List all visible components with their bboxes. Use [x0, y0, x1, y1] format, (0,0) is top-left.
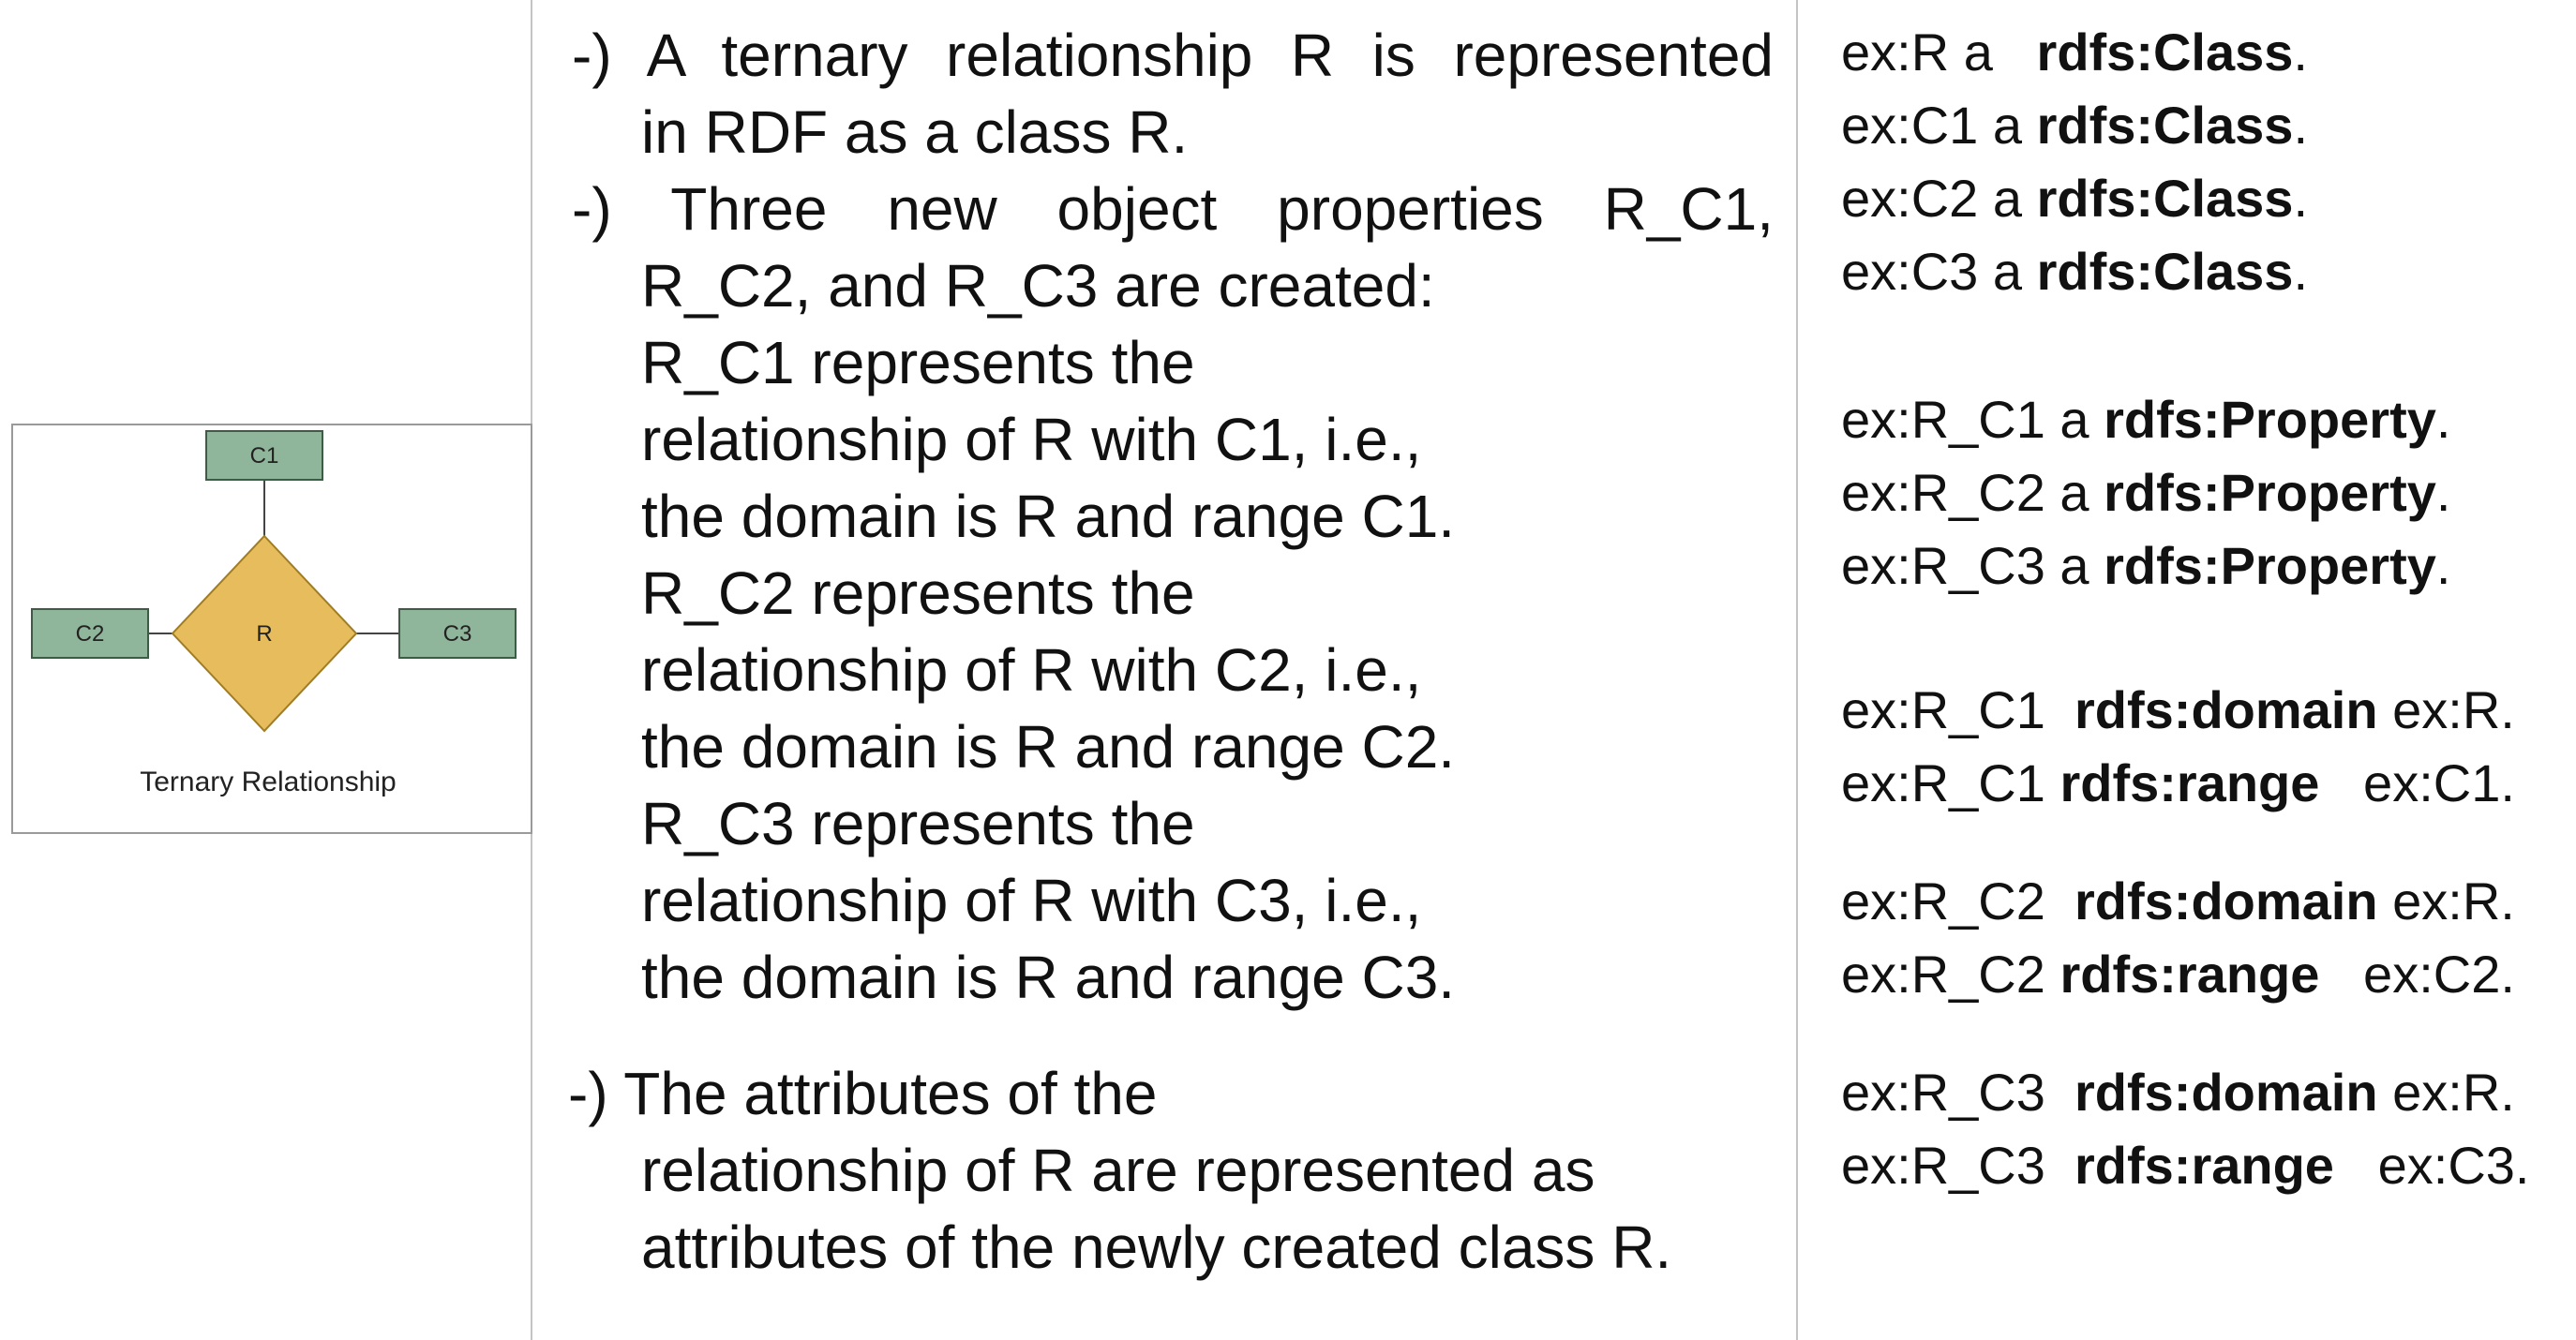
rdf-line: ex:R a rdfs:Class.: [1841, 15, 2308, 90]
rdf-keyword: rdfs:Property: [2104, 536, 2436, 595]
relationship-label: R: [256, 621, 272, 647]
explanation-line: relationship of R with C2, i.e.,: [641, 636, 1422, 704]
rdf-subject: ex:R_C3: [1841, 1063, 2074, 1122]
rdf-keyword: rdfs:range: [2059, 945, 2320, 1004]
figure-caption: Ternary Relationship: [140, 767, 396, 797]
explanation-line: the domain is R and range C3.: [641, 944, 1456, 1011]
rdf-subject: ex:C1 a: [1841, 96, 2037, 155]
rdf-object: ex:C3.: [2333, 1136, 2530, 1195]
explanation-line: in RDF as a class R.: [641, 98, 1189, 166]
rdf-object: .: [2293, 242, 2308, 301]
rdf-line: ex:R_C3 a rdfs:Property.: [1841, 529, 2450, 603]
rdf-line: ex:R_C1 rdfs:range ex:C1.: [1841, 746, 2515, 821]
ternary-relationship-figure: R C1 C2 C3 Ternary Relationship: [11, 424, 532, 834]
rdf-object: .: [2435, 536, 2451, 595]
rdf-object: .: [2293, 169, 2308, 228]
rdf-line: ex:R_C2 rdfs:domain ex:R.: [1841, 864, 2515, 939]
rdf-subject: ex:R_C2: [1841, 871, 2074, 931]
rdf-object: .: [2435, 463, 2451, 522]
rdf-subject: ex:C2 a: [1841, 169, 2037, 228]
rdf-keyword: rdfs:Class: [2036, 96, 2294, 155]
rdf-object: .: [2293, 96, 2308, 155]
rdf-subject: ex:R_C2 a: [1841, 463, 2104, 522]
explanation-line: R_C2 represents the: [641, 559, 1195, 627]
rdf-line: ex:R_C3 rdfs:domain ex:R.: [1841, 1055, 2515, 1130]
explanation-line: attributes of the newly created class R.: [641, 1213, 1672, 1281]
rdf-keyword: rdfs:Class: [2036, 242, 2294, 301]
explanation-line: -) The attributes of the: [568, 1060, 1158, 1127]
rdf-object: ex:R.: [2377, 871, 2515, 931]
explanation-line: R_C3 represents the: [641, 790, 1195, 857]
entity-label-c1: C1: [250, 443, 279, 469]
rdf-line: ex:R_C2 rdfs:range ex:C2.: [1841, 937, 2515, 1012]
rdf-keyword: rdfs:Property: [2104, 463, 2436, 522]
rdf-object: ex:R.: [2377, 1063, 2515, 1122]
rdf-subject: ex:C3 a: [1841, 242, 2037, 301]
rdf-line: ex:C1 a rdfs:Class.: [1841, 88, 2308, 163]
er-diagram: R C1 C2 C3 Ternary Relationship: [31, 430, 517, 797]
rdf-subject: ex:R_C1: [1841, 680, 2074, 739]
rdf-keyword: rdfs:domain: [2074, 1063, 2378, 1122]
rdf-line: ex:R_C2 a rdfs:Property.: [1841, 455, 2450, 530]
rdf-subject: ex:R_C3: [1841, 1136, 2074, 1195]
explanation-line: the domain is R and range C2.: [641, 713, 1456, 781]
rdf-subject: ex:R_C3 a: [1841, 536, 2104, 595]
explanation-line: -) Three new object properties R_C1,: [572, 175, 1774, 243]
explanation-line: relationship of R are represented as: [641, 1137, 1595, 1204]
divider-right: [1796, 0, 1798, 1340]
rdf-object: ex:C2.: [2319, 945, 2515, 1004]
explanation-line: R_C1 represents the: [641, 329, 1195, 396]
rdf-line: ex:C3 a rdfs:Class.: [1841, 234, 2308, 309]
explanation-line: relationship of R with C1, i.e.,: [641, 406, 1422, 473]
rdf-line: ex:R_C1 a rdfs:Property.: [1841, 382, 2450, 457]
rdf-object: .: [2293, 22, 2308, 82]
rdf-object: .: [2435, 390, 2451, 449]
rdf-object: ex:C1.: [2319, 753, 2515, 812]
rdf-subject: ex:R_C1 a: [1841, 390, 2104, 449]
rdf-object: ex:R.: [2377, 680, 2515, 739]
rdf-keyword: rdfs:range: [2059, 753, 2320, 812]
explanation-line: -) A ternary relationship R is represent…: [572, 22, 1774, 89]
entity-label-c3: C3: [443, 621, 472, 647]
entity-label-c2: C2: [76, 621, 105, 647]
rdf-keyword: rdfs:Class: [2036, 169, 2294, 228]
rdf-line: ex:R_C3 rdfs:range ex:C3.: [1841, 1128, 2529, 1203]
rdf-keyword: rdfs:domain: [2074, 680, 2378, 739]
rdf-line: ex:C2 a rdfs:Class.: [1841, 161, 2308, 236]
rdf-keyword: rdfs:range: [2074, 1136, 2334, 1195]
explanation-line: the domain is R and range C1.: [641, 483, 1456, 550]
rdf-keyword: rdfs:domain: [2074, 871, 2378, 931]
rdf-keyword: rdfs:Property: [2104, 390, 2436, 449]
explanation-line: R_C2, and R_C3 are created:: [641, 252, 1435, 320]
rdf-line: ex:R_C1 rdfs:domain ex:R.: [1841, 673, 2515, 748]
rdf-subject: ex:R_C2: [1841, 945, 2060, 1004]
rdf-subject: ex:R_C1: [1841, 753, 2060, 812]
explanation-line: relationship of R with C3, i.e.,: [641, 867, 1422, 934]
rdf-keyword: rdfs:Class: [2036, 22, 2294, 82]
rdf-subject: ex:R a: [1841, 22, 2037, 82]
